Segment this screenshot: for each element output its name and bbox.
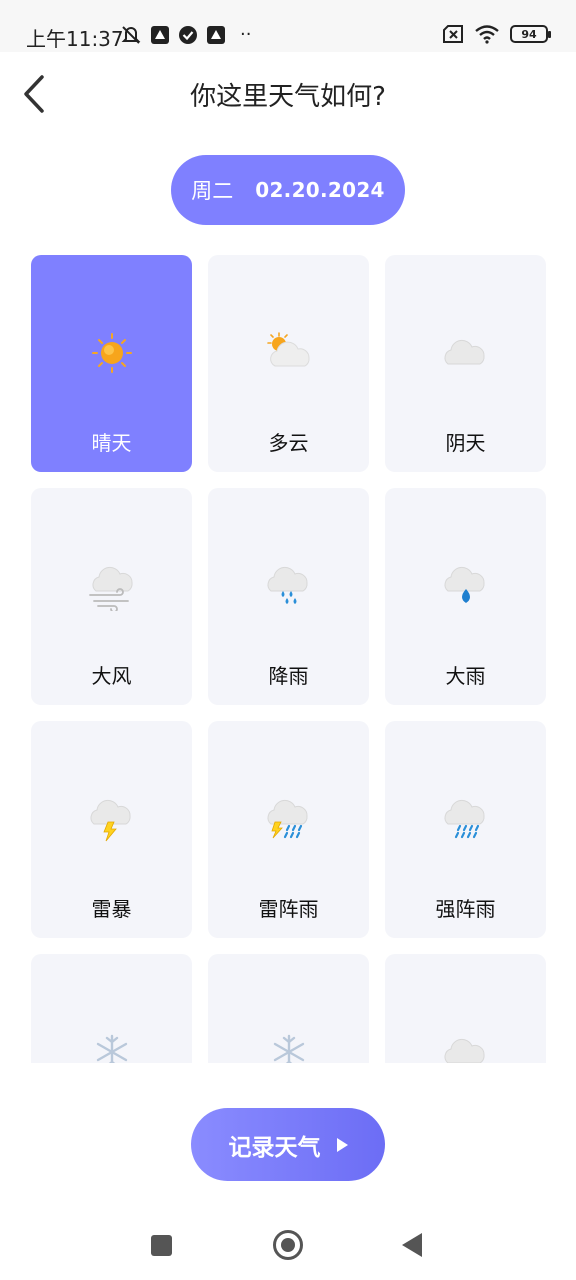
weather-card-cloud[interactable] bbox=[385, 954, 546, 1063]
weather-card-windy[interactable]: 大风 bbox=[31, 488, 192, 705]
weather-grid: 晴天 多云 阴天 大风 降雨 大雨 雷暴 雷阵雨 强阵雨 bbox=[31, 255, 546, 1063]
page-title: 你这里天气如何? bbox=[190, 82, 386, 112]
cloud-icon bbox=[444, 1038, 485, 1063]
weather-grid-scroll[interactable]: 晴天 多云 阴天 大风 降雨 大雨 雷暴 雷阵雨 强阵雨 bbox=[0, 240, 576, 1063]
weather-label: 多云 bbox=[268, 431, 309, 455]
thunder-shower-icon bbox=[267, 799, 308, 839]
weather-card-thunderstorm[interactable]: 雷暴 bbox=[31, 721, 192, 938]
app-icon bbox=[151, 25, 169, 44]
weather-card-thunder-shower[interactable]: 雷阵雨 bbox=[208, 721, 369, 938]
status-icons-left: ·· bbox=[120, 24, 251, 45]
weather-label: 大雨 bbox=[445, 664, 486, 688]
weather-card-heavy-shower[interactable]: 强阵雨 bbox=[385, 721, 546, 938]
thunderstorm-icon bbox=[90, 799, 131, 842]
record-weather-button[interactable]: 记录天气 bbox=[191, 1108, 385, 1181]
weather-card-snow[interactable] bbox=[31, 954, 192, 1063]
app-icon bbox=[207, 25, 225, 44]
partly-cloudy-icon bbox=[266, 332, 310, 367]
snow-icon bbox=[273, 1034, 304, 1063]
rain-icon bbox=[267, 566, 308, 604]
date-selector[interactable]: 周二 02.20.2024 bbox=[171, 155, 405, 225]
system-nav-bar bbox=[0, 1210, 576, 1280]
play-arrow-icon bbox=[336, 1137, 348, 1152]
weather-label: 强阵雨 bbox=[435, 897, 496, 921]
wifi-icon bbox=[475, 25, 499, 44]
heavy-rain-icon bbox=[444, 566, 485, 603]
weather-label: 阴天 bbox=[445, 431, 486, 455]
weather-label: 晴天 bbox=[91, 431, 132, 455]
sim-missing-icon bbox=[443, 25, 463, 43]
date-value: 02.20.2024 bbox=[255, 178, 385, 202]
heavy-shower-icon bbox=[444, 799, 485, 839]
home-button[interactable] bbox=[273, 1230, 303, 1260]
weather-label: 降雨 bbox=[268, 664, 309, 688]
windy-icon bbox=[88, 566, 133, 611]
weather-label: 大风 bbox=[91, 664, 132, 688]
recents-button[interactable] bbox=[151, 1235, 172, 1256]
weather-label: 雷阵雨 bbox=[258, 897, 319, 921]
status-more-dots: ·· bbox=[240, 24, 252, 45]
weather-card-sunny[interactable]: 晴天 bbox=[31, 255, 192, 472]
check-circle-icon bbox=[179, 25, 197, 44]
record-weather-label: 记录天气 bbox=[228, 1134, 321, 1161]
weather-card-snow[interactable] bbox=[208, 954, 369, 1063]
overcast-icon bbox=[444, 339, 485, 365]
weather-label: 雷暴 bbox=[91, 897, 132, 921]
status-bar: 上午11:37 ·· 94 bbox=[0, 0, 576, 52]
status-time: 上午11:37 bbox=[26, 27, 124, 51]
weather-card-overcast[interactable]: 阴天 bbox=[385, 255, 546, 472]
weather-card-rain[interactable]: 降雨 bbox=[208, 488, 369, 705]
status-icons-right: 94 bbox=[442, 24, 551, 44]
date-weekday: 周二 bbox=[191, 179, 234, 203]
mute-bell-icon bbox=[121, 25, 141, 44]
sunny-icon bbox=[91, 333, 132, 373]
weather-card-heavy-rain[interactable]: 大雨 bbox=[385, 488, 546, 705]
weather-card-partly-cloudy[interactable]: 多云 bbox=[208, 255, 369, 472]
system-back-button[interactable] bbox=[402, 1233, 422, 1257]
battery-icon: 94 bbox=[510, 25, 551, 43]
snow-icon bbox=[96, 1034, 127, 1063]
